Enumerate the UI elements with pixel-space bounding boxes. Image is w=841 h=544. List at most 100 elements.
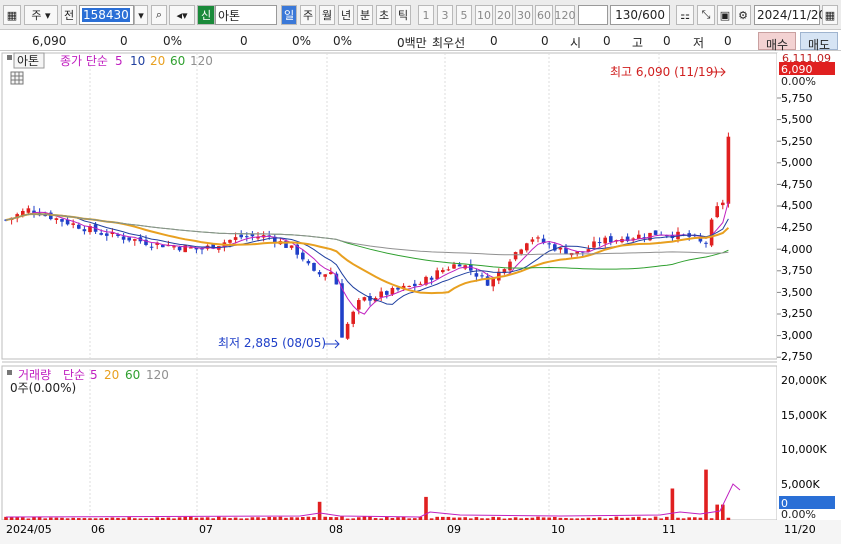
candle-up (525, 243, 529, 251)
period-year[interactable]: 년 (338, 5, 354, 25)
volume-bar (485, 518, 490, 520)
volume-bar (60, 517, 64, 520)
view-toggle[interactable]: 전 (61, 5, 77, 25)
stock-name-field[interactable]: 아톤 (215, 5, 277, 25)
price-panel (1, 52, 778, 360)
volume-bar (133, 518, 137, 520)
volume-bar (631, 517, 635, 520)
candle-down (60, 219, 64, 222)
x-tick: 11 (662, 523, 676, 536)
candle-up (709, 219, 714, 246)
period-second[interactable]: 초 (376, 5, 392, 25)
candle-up (513, 252, 518, 260)
period-day[interactable]: 일 (281, 5, 297, 25)
volume-bar (390, 518, 395, 520)
candle-up (26, 208, 31, 213)
volume-bar (340, 516, 344, 520)
price-tick: 3,250 (781, 307, 813, 320)
period-year-label: 년 (340, 9, 352, 22)
interval-3[interactable]: 3 (437, 5, 453, 25)
interval-5[interactable]: 5 (456, 5, 472, 25)
candle-down (385, 291, 389, 295)
volume-bar (144, 518, 148, 520)
interval-input[interactable] (578, 5, 608, 25)
interval-120[interactable]: 120 (554, 5, 576, 25)
stock-chart[interactable]: 아톤 종가 단순 5 10 20 60 120 최고 6,090 (11/19)… (0, 51, 841, 544)
candle-down (480, 275, 484, 277)
date-field[interactable]: 2024/11/20 (754, 5, 826, 25)
table-icon[interactable] (10, 71, 24, 85)
volume-bar (329, 517, 333, 520)
volume-bar (245, 518, 249, 520)
interval-1[interactable]: 1 (418, 5, 434, 25)
volume-value: 0주(0.00%) (10, 381, 76, 395)
volume-bar (435, 516, 439, 520)
interval-20[interactable]: 20 (495, 5, 513, 25)
volume-tick: 15,000K (781, 409, 827, 422)
volume-bar (362, 516, 367, 520)
x-tick: 09 (447, 523, 461, 536)
code-dropdown[interactable]: ▾ (134, 5, 148, 25)
speaker-icon[interactable]: ◂▾ (169, 5, 195, 25)
interval-10[interactable]: 10 (475, 5, 493, 25)
volume-bar (441, 516, 445, 520)
candle-down (245, 236, 249, 238)
candle-up (390, 288, 395, 295)
period-day-label: 일 (283, 9, 295, 22)
interval-10-label: 10 (477, 8, 491, 22)
candle-up (491, 278, 495, 287)
indicator-icon[interactable]: ⤡ (697, 5, 715, 25)
period-minute[interactable]: 분 (357, 5, 373, 25)
volume-bar (177, 517, 182, 520)
candle-down (312, 262, 316, 271)
candle-up (536, 237, 540, 239)
volume-bar (525, 517, 529, 520)
volume-bar (609, 518, 613, 520)
price-tick: 3,750 (781, 264, 813, 277)
code-input[interactable]: 158430 (79, 5, 134, 25)
code-value: 158430 (82, 8, 130, 22)
candle-up (289, 245, 294, 248)
period-week[interactable]: 주 (300, 5, 316, 25)
candle-up (345, 323, 350, 339)
chart-type-icon[interactable]: ⚏ (676, 5, 694, 25)
x-tick: 10 (551, 523, 565, 536)
volume-bar (71, 517, 75, 520)
candle-down (306, 261, 311, 264)
sell-button[interactable]: 매도 (800, 32, 838, 52)
period-tick[interactable]: 틱 (395, 5, 411, 25)
price-tick: 4,250 (781, 221, 813, 234)
buy-button[interactable]: 매수 (758, 32, 796, 52)
market-select[interactable]: 주 ▾ (24, 5, 58, 25)
volume-bar (116, 517, 120, 520)
calendar-icon[interactable]: ▦ (822, 5, 838, 25)
volume-bar (407, 518, 411, 520)
volume-bar (659, 518, 663, 520)
price-tick: 2,750 (781, 350, 813, 363)
candle-up (54, 218, 59, 220)
interval-120-label: 120 (554, 8, 576, 22)
current-price: 6,090 (32, 34, 67, 48)
period-month[interactable]: 월 (319, 5, 335, 25)
vol-legend-marker (7, 370, 12, 375)
volume-bar (603, 518, 607, 520)
candle-down (239, 234, 243, 238)
low-annotation: 최저 2,885 (08/05) (218, 336, 326, 350)
volume-bar (519, 518, 523, 520)
gear-icon[interactable]: ⚙ (735, 5, 751, 25)
volume-bar (620, 517, 624, 520)
candle-down (149, 246, 154, 248)
volume-bar (250, 517, 255, 520)
interval-30[interactable]: 30 (515, 5, 533, 25)
count-field[interactable]: 130/600 (610, 5, 670, 25)
volume-bar (642, 518, 647, 520)
credit-label: 신 (200, 9, 212, 22)
layout-icon[interactable]: ▦ (3, 5, 21, 25)
volume-bar (317, 501, 322, 520)
save-icon[interactable]: ▣ (717, 5, 733, 25)
interval-60[interactable]: 60 (535, 5, 553, 25)
candle-up (435, 270, 439, 280)
volume-bar (637, 516, 641, 520)
x-tick: 08 (329, 523, 343, 536)
search-icon[interactable]: ⌕ (151, 5, 167, 25)
